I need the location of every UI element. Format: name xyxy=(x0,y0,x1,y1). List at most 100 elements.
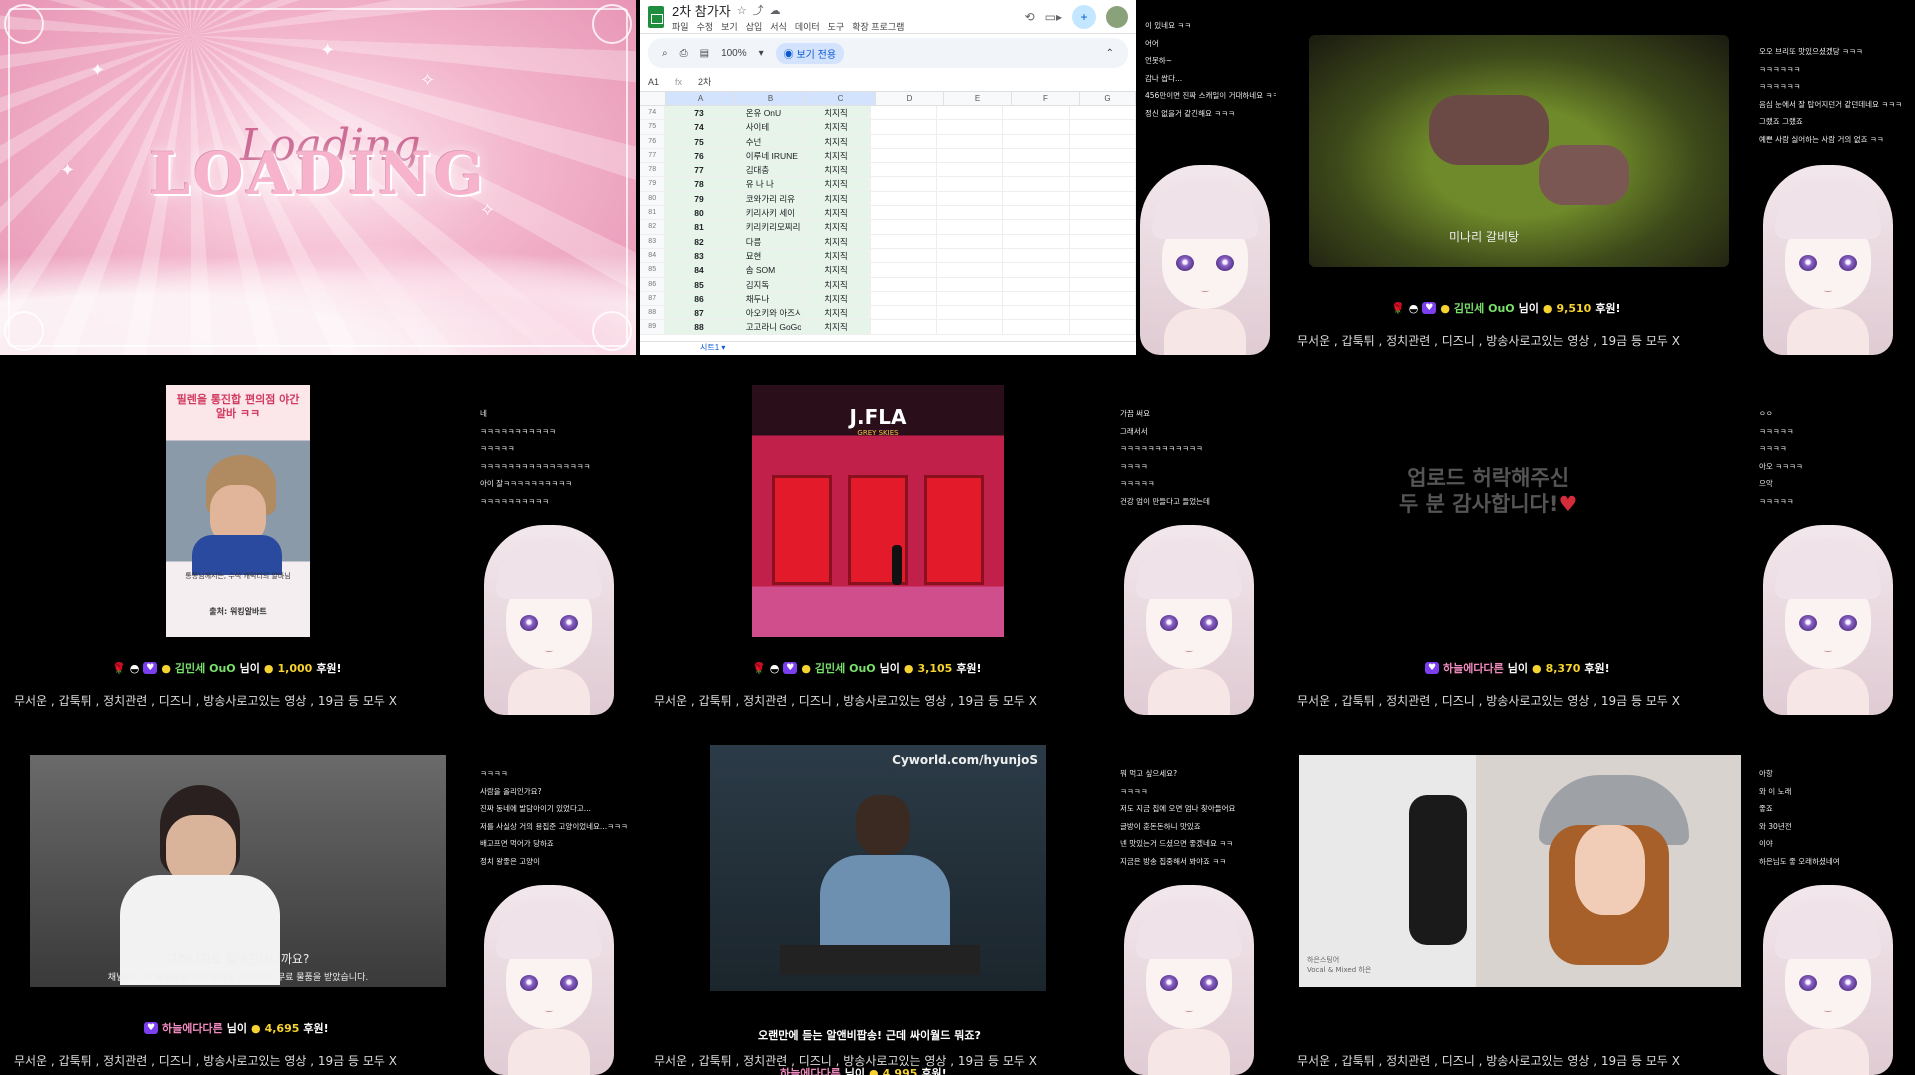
move-icon[interactable]: ⤴ xyxy=(753,2,764,18)
row-number[interactable]: 81 xyxy=(640,206,666,220)
cell-reference[interactable]: A1 xyxy=(648,77,659,87)
empty-cell[interactable] xyxy=(1070,163,1137,177)
cell-platform[interactable]: 치지직 xyxy=(802,206,871,220)
menu-data[interactable]: 데이터 xyxy=(795,20,820,33)
history-icon[interactable]: ⟲ xyxy=(1025,10,1035,24)
cell-number[interactable]: 85 xyxy=(665,277,734,291)
empty-cell[interactable] xyxy=(937,106,1004,120)
menu-file[interactable]: 파일 xyxy=(672,20,689,33)
empty-cell[interactable] xyxy=(871,163,937,177)
empty-cell[interactable] xyxy=(1070,191,1137,206)
cell-number[interactable]: 81 xyxy=(665,220,734,234)
row-number[interactable]: 89 xyxy=(640,320,666,334)
empty-cell[interactable] xyxy=(937,134,1004,148)
row-number[interactable]: 82 xyxy=(640,220,666,234)
empty-cell[interactable] xyxy=(937,234,1004,248)
cell-name[interactable]: 김대충 xyxy=(733,163,803,177)
empty-cell[interactable] xyxy=(871,191,937,206)
empty-cell[interactable] xyxy=(937,263,1004,277)
empty-cell[interactable] xyxy=(1003,120,1070,134)
menu-edit[interactable]: 수정 xyxy=(697,20,714,33)
cell-name[interactable]: 김지독 xyxy=(733,277,803,291)
cell-number[interactable]: 76 xyxy=(665,148,734,163)
cell-number[interactable]: 83 xyxy=(665,248,734,263)
empty-cell[interactable] xyxy=(1070,263,1137,277)
empty-cell[interactable] xyxy=(937,220,1004,234)
empty-cell[interactable] xyxy=(871,120,937,134)
menu-tools[interactable]: 도구 xyxy=(828,20,845,33)
empty-cell[interactable] xyxy=(937,191,1004,206)
row-number[interactable]: 74 xyxy=(640,106,666,120)
cell-name[interactable]: 이루네 IRUNE xyxy=(733,148,803,163)
column-header[interactable]: G xyxy=(1080,92,1136,105)
cell-number[interactable]: 82 xyxy=(665,234,734,248)
cell-number[interactable]: 78 xyxy=(665,177,734,191)
row-number[interactable]: 88 xyxy=(640,306,666,320)
cell-name[interactable]: 사이테 xyxy=(733,120,803,134)
cell-number[interactable]: 80 xyxy=(665,206,734,220)
share-button[interactable]: + xyxy=(1072,4,1096,29)
cell-number[interactable]: 77 xyxy=(665,163,734,177)
row-number[interactable]: 83 xyxy=(640,234,666,248)
cell-name[interactable]: 수넌 xyxy=(733,134,803,148)
empty-cell[interactable] xyxy=(937,120,1004,134)
column-header[interactable]: D xyxy=(876,92,944,105)
empty-cell[interactable] xyxy=(1070,234,1137,248)
cell-name[interactable]: 묘현 xyxy=(733,248,803,263)
empty-cell[interactable] xyxy=(1003,320,1070,334)
cell-name[interactable]: 키리키리모찌리 xyxy=(733,220,803,234)
empty-cell[interactable] xyxy=(1003,277,1070,291)
cell-number[interactable]: 73 xyxy=(665,106,734,120)
empty-cell[interactable] xyxy=(1003,148,1070,163)
cell-number[interactable]: 74 xyxy=(665,120,734,134)
empty-cell[interactable] xyxy=(1003,206,1070,220)
cell-platform[interactable]: 치지직 xyxy=(802,106,871,120)
cell-name[interactable]: 온유 OnU xyxy=(733,106,803,120)
row-number[interactable]: 80 xyxy=(640,191,666,206)
empty-cell[interactable] xyxy=(1003,234,1070,248)
cell-platform[interactable]: 치지직 xyxy=(802,234,871,248)
row-number[interactable]: 86 xyxy=(640,277,666,291)
empty-cell[interactable] xyxy=(937,177,1004,191)
empty-cell[interactable] xyxy=(871,320,937,334)
empty-cell[interactable] xyxy=(1070,120,1137,134)
cell-name[interactable]: 유 나 나 xyxy=(733,177,803,191)
empty-cell[interactable] xyxy=(1070,148,1137,163)
cell-number[interactable]: 75 xyxy=(665,134,734,148)
sheet-tab[interactable]: 시트1 xyxy=(700,343,719,352)
cell-platform[interactable]: 치지직 xyxy=(802,191,871,206)
empty-cell[interactable] xyxy=(1070,306,1137,320)
star-icon[interactable]: ☆ xyxy=(737,4,747,17)
cell-platform[interactable]: 치지직 xyxy=(802,306,871,320)
row-number[interactable]: 75 xyxy=(640,120,666,134)
empty-cell[interactable] xyxy=(1070,134,1137,148)
row-number[interactable]: 87 xyxy=(640,291,666,306)
empty-cell[interactable] xyxy=(871,234,937,248)
empty-cell[interactable] xyxy=(1003,306,1070,320)
empty-cell[interactable] xyxy=(871,291,937,306)
zoom-select[interactable]: 100% xyxy=(721,48,747,59)
cell-number[interactable]: 79 xyxy=(665,191,734,206)
empty-cell[interactable] xyxy=(871,177,937,191)
menu-view[interactable]: 보기 xyxy=(721,20,738,33)
cell-platform[interactable]: 치지직 xyxy=(802,148,871,163)
empty-cell[interactable] xyxy=(937,320,1004,334)
cell-name[interactable]: 키리사키 세이 xyxy=(733,206,803,220)
empty-cell[interactable] xyxy=(871,306,937,320)
row-number[interactable]: 85 xyxy=(640,263,666,277)
empty-cell[interactable] xyxy=(871,220,937,234)
corner-cell[interactable] xyxy=(640,92,666,105)
empty-cell[interactable] xyxy=(1003,163,1070,177)
chevron-down-icon[interactable]: ▾ xyxy=(759,48,764,59)
row-number[interactable]: 77 xyxy=(640,148,666,163)
menu-insert[interactable]: 삽입 xyxy=(746,20,763,33)
empty-cell[interactable] xyxy=(1070,320,1137,334)
cell-name[interactable]: 다름 xyxy=(733,234,803,248)
cell-platform[interactable]: 치지직 xyxy=(802,277,871,291)
cloud-icon[interactable]: ☁ xyxy=(770,4,781,17)
empty-cell[interactable] xyxy=(1003,177,1070,191)
row-number[interactable]: 76 xyxy=(640,134,666,148)
column-header[interactable]: F xyxy=(1012,92,1080,105)
cell-platform[interactable]: 치지직 xyxy=(802,177,871,191)
empty-cell[interactable] xyxy=(1070,106,1137,120)
